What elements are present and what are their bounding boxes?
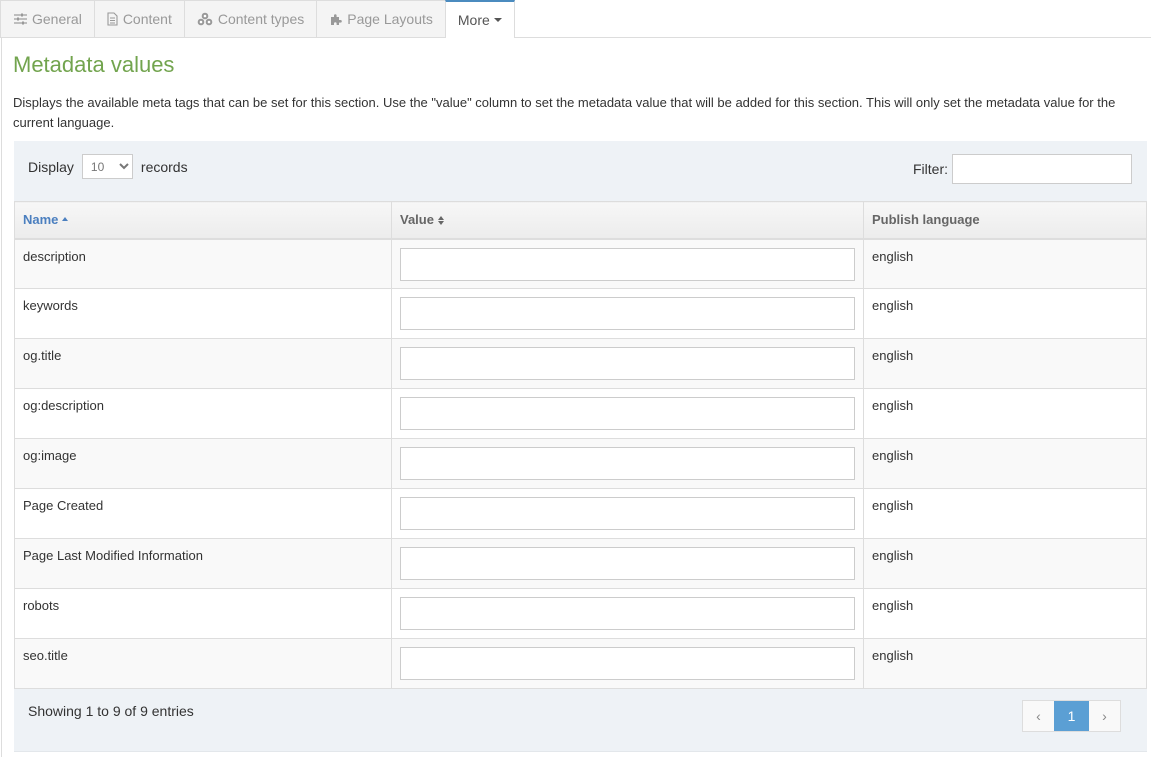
tab-content-types[interactable]: Content types	[183, 0, 318, 37]
metadata-value-input[interactable]	[400, 647, 855, 680]
cell-name: Page Last Modified Information	[14, 538, 392, 589]
cell-name: og.title	[14, 338, 392, 389]
page-1-button[interactable]: 1	[1054, 701, 1089, 731]
page-size-select[interactable]: 10	[81, 154, 133, 179]
metadata-value-input[interactable]	[400, 397, 855, 430]
page-left-border	[1, 37, 2, 757]
page-description: Displays the available meta tags that ca…	[13, 95, 1116, 130]
pagination: ‹ 1 ›	[1022, 700, 1121, 732]
cell-value	[391, 288, 864, 339]
tab-more[interactable]: More	[444, 0, 515, 38]
cell-name: og:description	[14, 388, 392, 439]
cell-value	[391, 438, 864, 489]
cell-name: Page Created	[14, 488, 392, 539]
cell-language: english	[863, 438, 1147, 489]
metadata-value-input[interactable]	[400, 547, 855, 580]
cell-language: english	[863, 588, 1147, 639]
table-row: og:image english	[14, 438, 1147, 489]
metadata-value-input[interactable]	[400, 347, 855, 380]
cell-value	[391, 538, 864, 589]
cell-value	[391, 338, 864, 389]
cell-language: english	[863, 238, 1147, 289]
metadata-value-input[interactable]	[400, 497, 855, 530]
metadata-value-input[interactable]	[400, 247, 855, 281]
column-header-name[interactable]: Name	[14, 201, 392, 240]
table-info: Showing 1 to 9 of 9 entries	[28, 703, 194, 719]
table-row: robots english	[14, 588, 1147, 639]
display-label: Display	[28, 158, 74, 175]
cell-name: og:image	[14, 438, 392, 489]
caret-down-icon	[493, 18, 502, 22]
table-row: og.title english	[14, 338, 1147, 389]
tab-label: Content	[122, 11, 172, 27]
page-size-control: Display 10 records	[28, 154, 188, 179]
tab-page-layouts[interactable]: Page Layouts	[316, 0, 446, 37]
document-icon	[107, 12, 118, 26]
metadata-table: Name Value Publish language description …	[14, 201, 1147, 689]
section-tabs: General Content Content types Page Layou…	[0, 0, 1151, 38]
cell-language: english	[863, 338, 1147, 389]
metadata-value-input[interactable]	[400, 597, 855, 630]
tab-label: Content types	[217, 11, 305, 27]
metadata-datatable: Display 10 records Filter: Name Value Pu…	[14, 141, 1147, 752]
cell-language: english	[863, 288, 1147, 339]
cell-value	[391, 638, 864, 689]
cell-name: keywords	[14, 288, 392, 339]
metadata-value-input[interactable]	[400, 297, 855, 330]
column-header-publish-language: Publish language	[863, 201, 1147, 240]
cell-language: english	[863, 388, 1147, 439]
sliders-icon	[14, 13, 27, 25]
cell-language: english	[863, 638, 1147, 689]
sort-ascending-icon	[62, 217, 69, 222]
tab-label: Page Layouts	[347, 11, 433, 27]
cell-value	[391, 388, 864, 439]
records-label: records	[140, 158, 188, 175]
column-header-value[interactable]: Value	[391, 201, 864, 240]
tab-general[interactable]: General	[0, 0, 95, 37]
cell-language: english	[863, 488, 1147, 539]
cell-name: description	[14, 238, 392, 289]
sort-both-icon	[437, 216, 444, 226]
table-row: Page Last Modified Information english	[14, 538, 1147, 589]
table-row: og:description english	[14, 388, 1147, 439]
cell-value	[391, 238, 864, 289]
cubes-icon	[197, 12, 213, 26]
filter-control: Filter:	[913, 154, 1132, 184]
puzzle-icon	[329, 13, 343, 26]
cell-name: seo.title	[14, 638, 392, 689]
table-row: Page Created english	[14, 488, 1147, 539]
next-page-button[interactable]: ›	[1089, 701, 1120, 731]
previous-page-button[interactable]: ‹	[1023, 701, 1054, 731]
metadata-value-input[interactable]	[400, 447, 855, 480]
cell-language: english	[863, 538, 1147, 589]
filter-label: Filter:	[913, 161, 948, 177]
table-row: seo.title english	[14, 638, 1147, 689]
tab-content[interactable]: Content	[93, 0, 185, 37]
filter-input[interactable]	[952, 154, 1132, 184]
tab-label: More	[457, 12, 490, 28]
table-row: description english	[14, 238, 1147, 289]
tab-label: General	[32, 11, 82, 27]
table-header-row: Name Value Publish language	[14, 201, 1147, 240]
page-title: Metadata values	[13, 52, 175, 77]
cell-value	[391, 588, 864, 639]
cell-value	[391, 488, 864, 539]
table-row: keywords english	[14, 288, 1147, 339]
cell-name: robots	[14, 588, 392, 639]
